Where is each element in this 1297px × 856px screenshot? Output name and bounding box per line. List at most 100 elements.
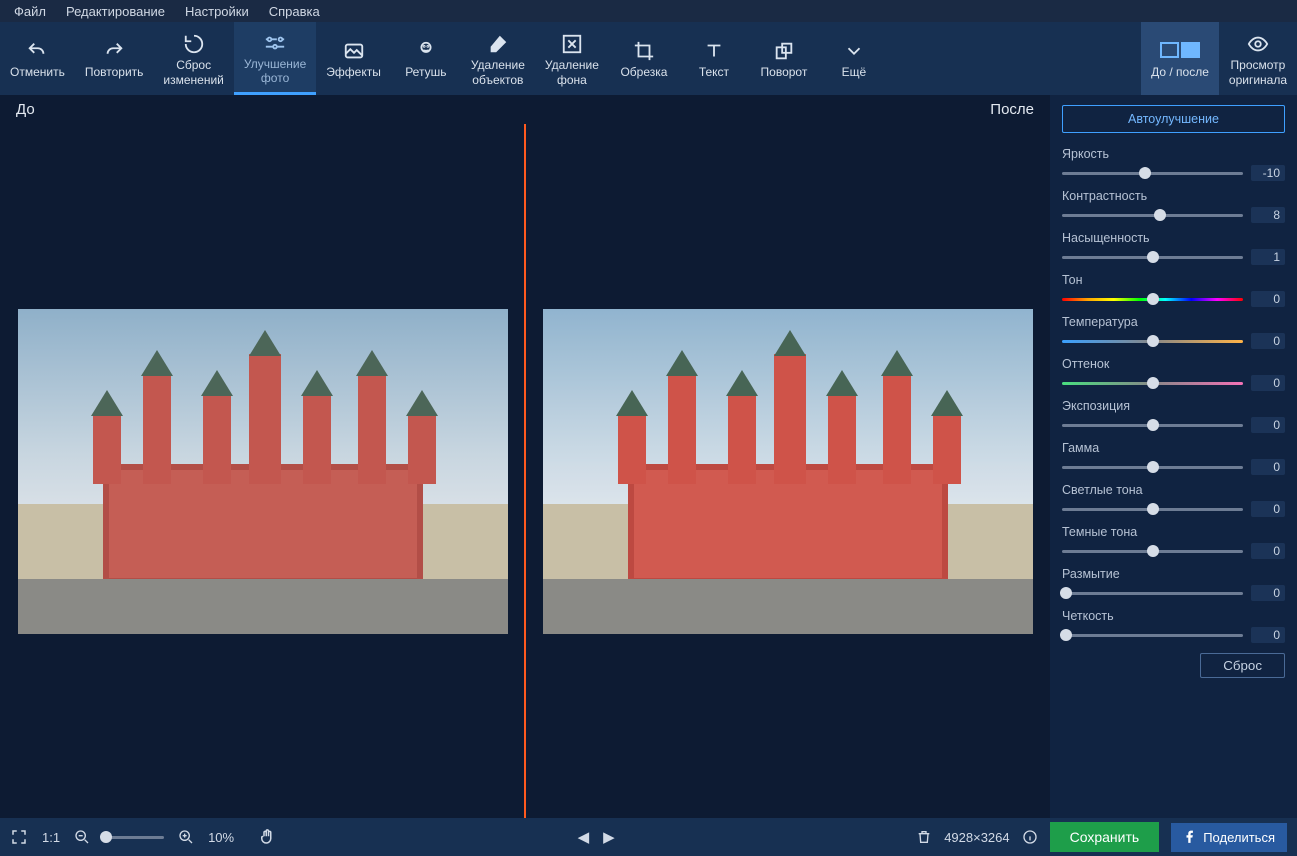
prev-icon[interactable]: ◀ bbox=[578, 828, 590, 846]
undo-button[interactable]: Отменить bbox=[0, 22, 75, 95]
menu-edit[interactable]: Редактирование bbox=[56, 4, 175, 19]
slider-track[interactable] bbox=[1062, 424, 1243, 427]
share-button[interactable]: Поделиться bbox=[1171, 823, 1287, 852]
view-original-button[interactable]: Просмотр оригинала bbox=[1219, 22, 1297, 95]
enhance-label: Улучшение фото bbox=[244, 57, 306, 86]
slider-track[interactable] bbox=[1062, 298, 1243, 301]
slider-value[interactable]: 0 bbox=[1251, 417, 1285, 433]
before-after-toggle[interactable]: До / после bbox=[1141, 22, 1219, 95]
rotate-tab[interactable]: Поворот bbox=[749, 22, 819, 95]
slider-thumb[interactable] bbox=[1147, 251, 1159, 263]
effects-tab[interactable]: Эффекты bbox=[316, 22, 391, 95]
slider-value[interactable]: 0 bbox=[1251, 585, 1285, 601]
slider-thumb[interactable] bbox=[1147, 461, 1159, 473]
rotate-label: Поворот bbox=[761, 65, 808, 79]
undo-icon bbox=[26, 37, 48, 65]
slider-track[interactable] bbox=[1062, 592, 1243, 595]
reset-icon bbox=[183, 30, 205, 58]
rotate-icon bbox=[773, 37, 795, 65]
slider-track[interactable] bbox=[1062, 214, 1243, 217]
fullscreen-icon[interactable] bbox=[10, 828, 28, 846]
redo-button[interactable]: Повторить bbox=[75, 22, 154, 95]
zoom-slider[interactable] bbox=[104, 836, 164, 839]
menu-help[interactable]: Справка bbox=[259, 4, 330, 19]
slider-thumb[interactable] bbox=[1147, 545, 1159, 557]
slider-thumb[interactable] bbox=[1139, 167, 1151, 179]
auto-enhance-button[interactable]: Автоулучшение bbox=[1062, 105, 1285, 133]
remove-bg-tab[interactable]: Удаление фона bbox=[535, 22, 609, 95]
slider-thumb[interactable] bbox=[1147, 503, 1159, 515]
before-label: До bbox=[16, 101, 35, 118]
slider-value[interactable]: 0 bbox=[1251, 627, 1285, 643]
slider-track[interactable] bbox=[1062, 550, 1243, 553]
fit-label[interactable]: 1:1 bbox=[42, 830, 60, 845]
slider-track[interactable] bbox=[1062, 172, 1243, 175]
status-bar: 1:1 10% ◀ ▶ 4928×3264 Сохранить Поделить… bbox=[0, 818, 1297, 856]
slider-value[interactable]: 0 bbox=[1251, 501, 1285, 517]
slider-track[interactable] bbox=[1062, 466, 1243, 469]
slider-label: Тон bbox=[1062, 273, 1285, 287]
remove-objects-tab[interactable]: Удаление объектов bbox=[461, 22, 535, 95]
eraser-icon bbox=[487, 30, 509, 58]
slider-Темные тона: Темные тона0 bbox=[1062, 525, 1285, 559]
trash-icon[interactable] bbox=[916, 829, 932, 845]
slider-Яркость: Яркость-10 bbox=[1062, 147, 1285, 181]
slider-label: Насыщенность bbox=[1062, 231, 1285, 245]
text-icon bbox=[703, 37, 725, 65]
view-original-label: Просмотр оригинала bbox=[1229, 58, 1287, 87]
enhance-tab[interactable]: Улучшение фото bbox=[234, 22, 316, 95]
slider-Тон: Тон 0 bbox=[1062, 273, 1285, 307]
slider-thumb[interactable] bbox=[1147, 419, 1159, 431]
slider-thumb[interactable] bbox=[1147, 293, 1159, 305]
compare-divider[interactable] bbox=[524, 124, 526, 818]
after-image[interactable] bbox=[543, 309, 1033, 634]
slider-label: Температура bbox=[1062, 315, 1285, 329]
slider-Гамма: Гамма 0 bbox=[1062, 441, 1285, 475]
slider-thumb[interactable] bbox=[1060, 629, 1072, 641]
slider-track[interactable] bbox=[1062, 382, 1243, 385]
effects-label: Эффекты bbox=[326, 65, 381, 79]
slider-Четкость: Четкость 0 bbox=[1062, 609, 1285, 643]
slider-thumb[interactable] bbox=[1060, 587, 1072, 599]
slider-value[interactable]: 0 bbox=[1251, 543, 1285, 559]
slider-value[interactable]: 0 bbox=[1251, 291, 1285, 307]
zoom-out-icon[interactable] bbox=[74, 829, 90, 845]
slider-value[interactable]: 0 bbox=[1251, 459, 1285, 475]
slider-track[interactable] bbox=[1062, 340, 1243, 343]
slider-label: Контрастность bbox=[1062, 189, 1285, 203]
zoom-in-icon[interactable] bbox=[178, 829, 194, 845]
reset-label: Сброс изменений bbox=[163, 58, 223, 87]
slider-track[interactable] bbox=[1062, 634, 1243, 637]
slider-value[interactable]: 8 bbox=[1251, 207, 1285, 223]
save-button[interactable]: Сохранить bbox=[1050, 822, 1160, 852]
reset-changes-button[interactable]: Сброс изменений bbox=[153, 22, 233, 95]
slider-label: Экспозиция bbox=[1062, 399, 1285, 413]
menu-settings[interactable]: Настройки bbox=[175, 4, 259, 19]
info-icon[interactable] bbox=[1022, 829, 1038, 845]
facebook-icon bbox=[1183, 830, 1197, 844]
text-tab[interactable]: Текст bbox=[679, 22, 749, 95]
slider-value[interactable]: -10 bbox=[1251, 165, 1285, 181]
slider-label: Гамма bbox=[1062, 441, 1285, 455]
next-icon[interactable]: ▶ bbox=[603, 828, 615, 846]
crop-tab[interactable]: Обрезка bbox=[609, 22, 679, 95]
slider-track[interactable] bbox=[1062, 508, 1243, 511]
before-pane bbox=[0, 124, 525, 818]
menu-file[interactable]: Файл bbox=[4, 4, 56, 19]
slider-value[interactable]: 1 bbox=[1251, 249, 1285, 265]
image-dimensions: 4928×3264 bbox=[944, 830, 1009, 845]
menubar: Файл Редактирование Настройки Справка bbox=[0, 0, 1297, 22]
slider-value[interactable]: 0 bbox=[1251, 333, 1285, 349]
slider-thumb[interactable] bbox=[1147, 335, 1159, 347]
slider-thumb[interactable] bbox=[1154, 209, 1166, 221]
slider-thumb[interactable] bbox=[1147, 377, 1159, 389]
slider-track[interactable] bbox=[1062, 256, 1243, 259]
retouch-tab[interactable]: Ретушь bbox=[391, 22, 461, 95]
slider-value[interactable]: 0 bbox=[1251, 375, 1285, 391]
reset-button[interactable]: Сброс bbox=[1200, 653, 1285, 678]
before-image[interactable] bbox=[18, 309, 508, 634]
crop-label: Обрезка bbox=[620, 65, 667, 79]
hand-tool-icon[interactable] bbox=[258, 828, 276, 846]
slider-label: Четкость bbox=[1062, 609, 1285, 623]
more-tab[interactable]: Ещё bbox=[819, 22, 889, 95]
